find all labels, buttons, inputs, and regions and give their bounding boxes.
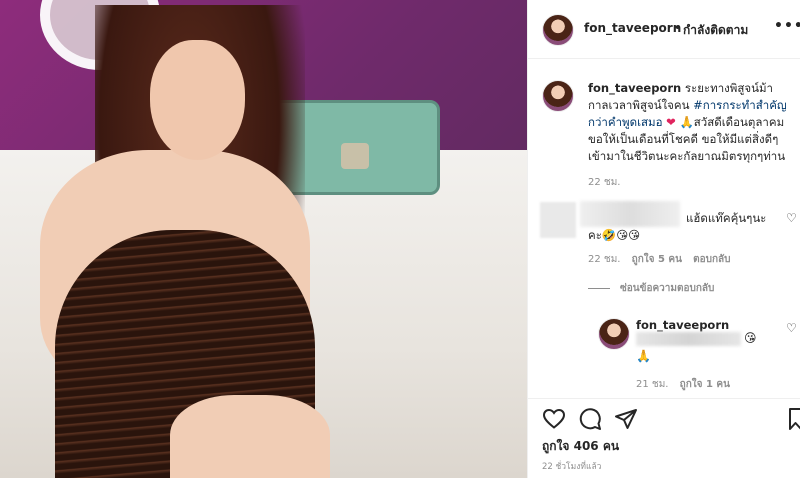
photo-suitcase-lock (341, 143, 369, 169)
header-username[interactable]: fon_taveeporn (584, 21, 681, 35)
comment-heart-icon[interactable]: ♡ (786, 211, 797, 225)
header-separator-dot: • (674, 21, 682, 35)
hide-replies-label: ซ่อนข้อความตอบกลับ (620, 283, 715, 294)
share-icon[interactable] (614, 407, 638, 431)
photo-leg (170, 395, 330, 478)
reply-username[interactable]: fon_taveeporn (636, 318, 729, 332)
caption-avatar[interactable] (542, 80, 574, 112)
reply-emoji-pray: 🙏 (636, 349, 651, 363)
comment-username-blurred[interactable] (580, 201, 680, 227)
more-icon[interactable]: ••• (774, 18, 800, 34)
reply-meta: 21 ชม. ถูกใจ 1 คน (636, 377, 738, 392)
comment-text-line2: คะ🤣😘😘 (588, 228, 641, 242)
comment-reply-button[interactable]: ตอบกลับ (693, 254, 730, 265)
follow-status-button[interactable]: กำลังติดตาม (683, 21, 748, 40)
like-count[interactable]: ถูกใจ 406 คน (542, 437, 619, 456)
hide-replies-button[interactable]: ซ่อนข้อความตอบกลับ (588, 281, 714, 296)
reply-emoji-kiss: 😘 (744, 331, 757, 345)
post-photo[interactable] (0, 0, 527, 478)
hide-replies-line (588, 287, 610, 289)
comment-avatar-blurred[interactable] (540, 202, 576, 238)
heart-icon[interactable] (542, 407, 566, 431)
photo-face (150, 40, 245, 160)
header-avatar[interactable] (542, 14, 574, 46)
comment-likes[interactable]: ถูกใจ 5 คน (632, 254, 682, 265)
comment-text-line1: แฮ้ดแท๊คคุ้นๆนะ (686, 211, 767, 225)
post-side-panel: fon_taveeporn • กำลังติดตาม ••• fon_tave… (527, 0, 800, 478)
comment-time[interactable]: 22 ชม. (588, 254, 620, 265)
reply-likes[interactable]: ถูกใจ 1 คน (680, 379, 730, 390)
caption-time[interactable]: 22 ชม. (588, 175, 620, 190)
caption-username[interactable]: fon_taveeporn (588, 81, 681, 95)
post-actions: ถูกใจ 406 คน 22 ชั่วโมงที่แล้ว (528, 398, 800, 478)
post-header: fon_taveeporn • กำลังติดตาม ••• (528, 0, 800, 59)
reply-avatar[interactable] (598, 318, 630, 350)
comment-icon[interactable] (578, 407, 602, 431)
caption-text: fon_taveeporn ระยะทางพิสูจน์ม้า กาลเวลาพ… (588, 80, 793, 165)
reply-text-blurred (636, 332, 741, 346)
posted-time[interactable]: 22 ชั่วโมงที่แล้ว (542, 459, 601, 473)
reply-heart-icon[interactable]: ♡ (786, 321, 797, 335)
bookmark-icon[interactable] (788, 407, 800, 431)
comment-meta: 22 ชม. ถูกใจ 5 คน ตอบกลับ (588, 252, 739, 267)
heart-emoji: ❤ (666, 115, 676, 129)
reply-time[interactable]: 21 ชม. (636, 379, 668, 390)
